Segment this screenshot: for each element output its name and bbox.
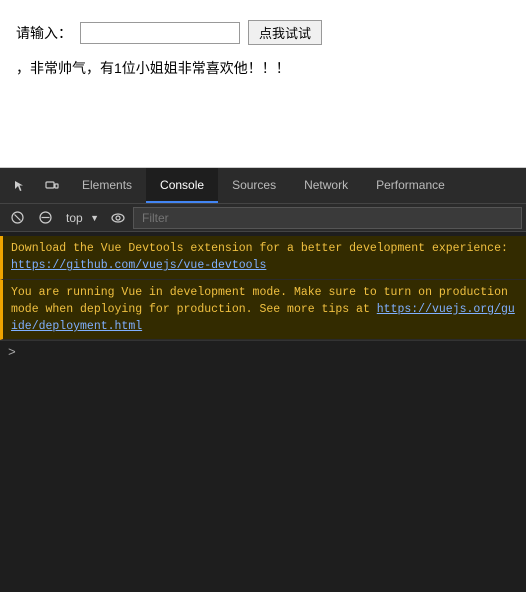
devtools-toolbar: Elements Console Sources Network Perform… xyxy=(0,168,526,204)
console-message-devtools: Download the Vue Devtools extension for … xyxy=(0,236,526,280)
console-input[interactable] xyxy=(22,346,518,360)
block-icon[interactable] xyxy=(32,206,58,230)
console-message-vue: You are running Vue in development mode.… xyxy=(0,280,526,341)
tab-network[interactable]: Network xyxy=(290,168,362,203)
select-element-icon[interactable] xyxy=(4,170,36,202)
clear-console-icon[interactable] xyxy=(4,206,30,230)
page-description: ，非常帅气，有1位小姐姐非常喜欢他！！！ xyxy=(16,57,510,79)
message-text: Download the Vue Devtools extension for … xyxy=(11,240,518,275)
context-select-input[interactable]: top xyxy=(60,207,103,229)
page-input[interactable] xyxy=(80,22,240,44)
page-content: 请输入： 点我试试 ，非常帅气，有1位小姐姐非常喜欢他！！！ xyxy=(0,0,526,168)
try-button[interactable]: 点我试试 xyxy=(248,20,322,45)
console-toolbar: top ▼ xyxy=(0,204,526,232)
input-label: 请输入： xyxy=(16,23,72,43)
devtools-panel: Elements Console Sources Network Perform… xyxy=(0,168,526,592)
filter-input[interactable] xyxy=(133,207,522,229)
device-toggle-icon[interactable] xyxy=(36,170,68,202)
console-output[interactable]: Download the Vue Devtools extension for … xyxy=(0,232,526,592)
console-input-row: > xyxy=(0,340,526,364)
eye-icon[interactable] xyxy=(105,206,131,230)
tab-performance[interactable]: Performance xyxy=(362,168,459,203)
context-selector[interactable]: top ▼ xyxy=(60,207,103,229)
devtools-tabs: Elements Console Sources Network Perform… xyxy=(68,168,522,203)
message-text-vue: You are running Vue in development mode.… xyxy=(11,284,518,336)
tab-console[interactable]: Console xyxy=(146,168,218,203)
console-prompt: > xyxy=(8,345,16,360)
tab-elements[interactable]: Elements xyxy=(68,168,146,203)
devtools-link[interactable]: https://github.com/vuejs/vue-devtools xyxy=(11,259,266,272)
tab-sources[interactable]: Sources xyxy=(218,168,290,203)
input-row: 请输入： 点我试试 xyxy=(16,20,510,45)
